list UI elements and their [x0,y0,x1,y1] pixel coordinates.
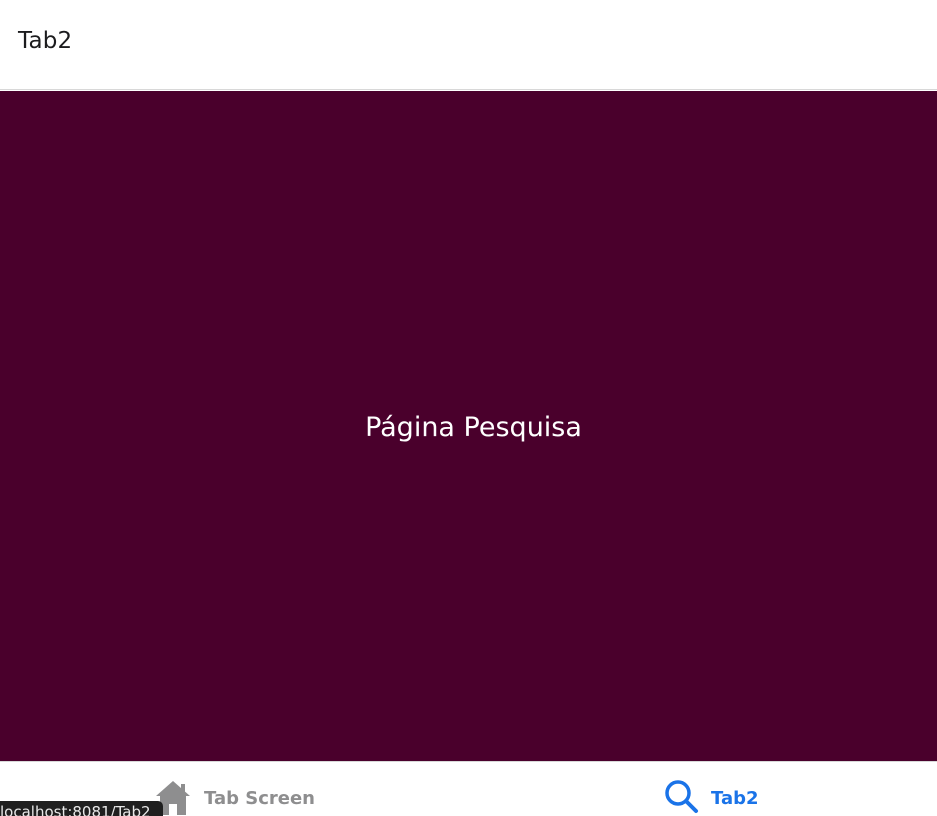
content-text: Página Pesquisa [365,411,582,443]
search-icon [663,778,701,816]
tab-search[interactable]: Tab2 [663,778,759,816]
content-area: Página Pesquisa [0,91,937,761]
tab-search-label: Tab2 [711,788,759,809]
header-bar: Tab2 [0,0,937,90]
tab-home[interactable]: Tab Screen [154,778,315,816]
app-window: Tab2 Página Pesquisa Tab Screen Tab2 loc… [0,0,937,816]
status-url-tooltip: localhost:8081/Tab2 [0,801,163,816]
tab-home-label: Tab Screen [204,788,315,809]
page-title: Tab2 [18,28,73,54]
